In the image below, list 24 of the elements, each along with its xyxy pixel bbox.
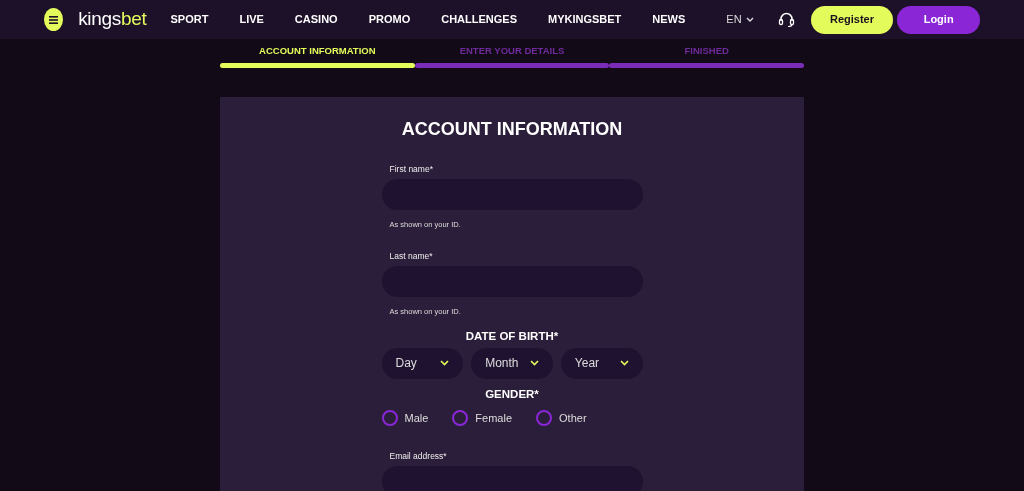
field-label: Email address* [388,451,447,462]
field-label: First name* [388,163,433,175]
step-label[interactable]: ACCOUNT INFORMATION [259,44,376,59]
nav-link[interactable]: CASINO [294,11,338,28]
section-label: DATE OF BIRTH* [464,328,560,344]
nav-link[interactable]: PROMO [368,11,411,28]
nav-link[interactable]: CHALLENGES [441,11,517,28]
section-label: GENDER* [484,386,540,402]
nav-link[interactable]: MYKINGSBET [548,11,622,28]
register-button[interactable]: Register [810,5,894,34]
radio-label[interactable]: Other [559,409,587,427]
radio-label[interactable]: Male [404,409,429,427]
nav-link[interactable]: LIVE [239,11,264,28]
date-select[interactable]: Day [381,347,464,379]
nav-link[interactable]: NEWS [652,11,686,28]
login-button[interactable]: Login [897,5,980,34]
date-select[interactable]: Year [560,347,643,379]
logo[interactable]: kingsbet [78,5,147,34]
date-select[interactable]: Month [471,347,553,379]
radio-label[interactable]: Female [475,409,513,427]
nav-link[interactable]: SPORT [170,11,209,28]
form-title: ACCOUNT INFORMATION [400,119,624,141]
field-label: Last name* [388,250,433,262]
language-selector[interactable]: EN [726,11,754,28]
